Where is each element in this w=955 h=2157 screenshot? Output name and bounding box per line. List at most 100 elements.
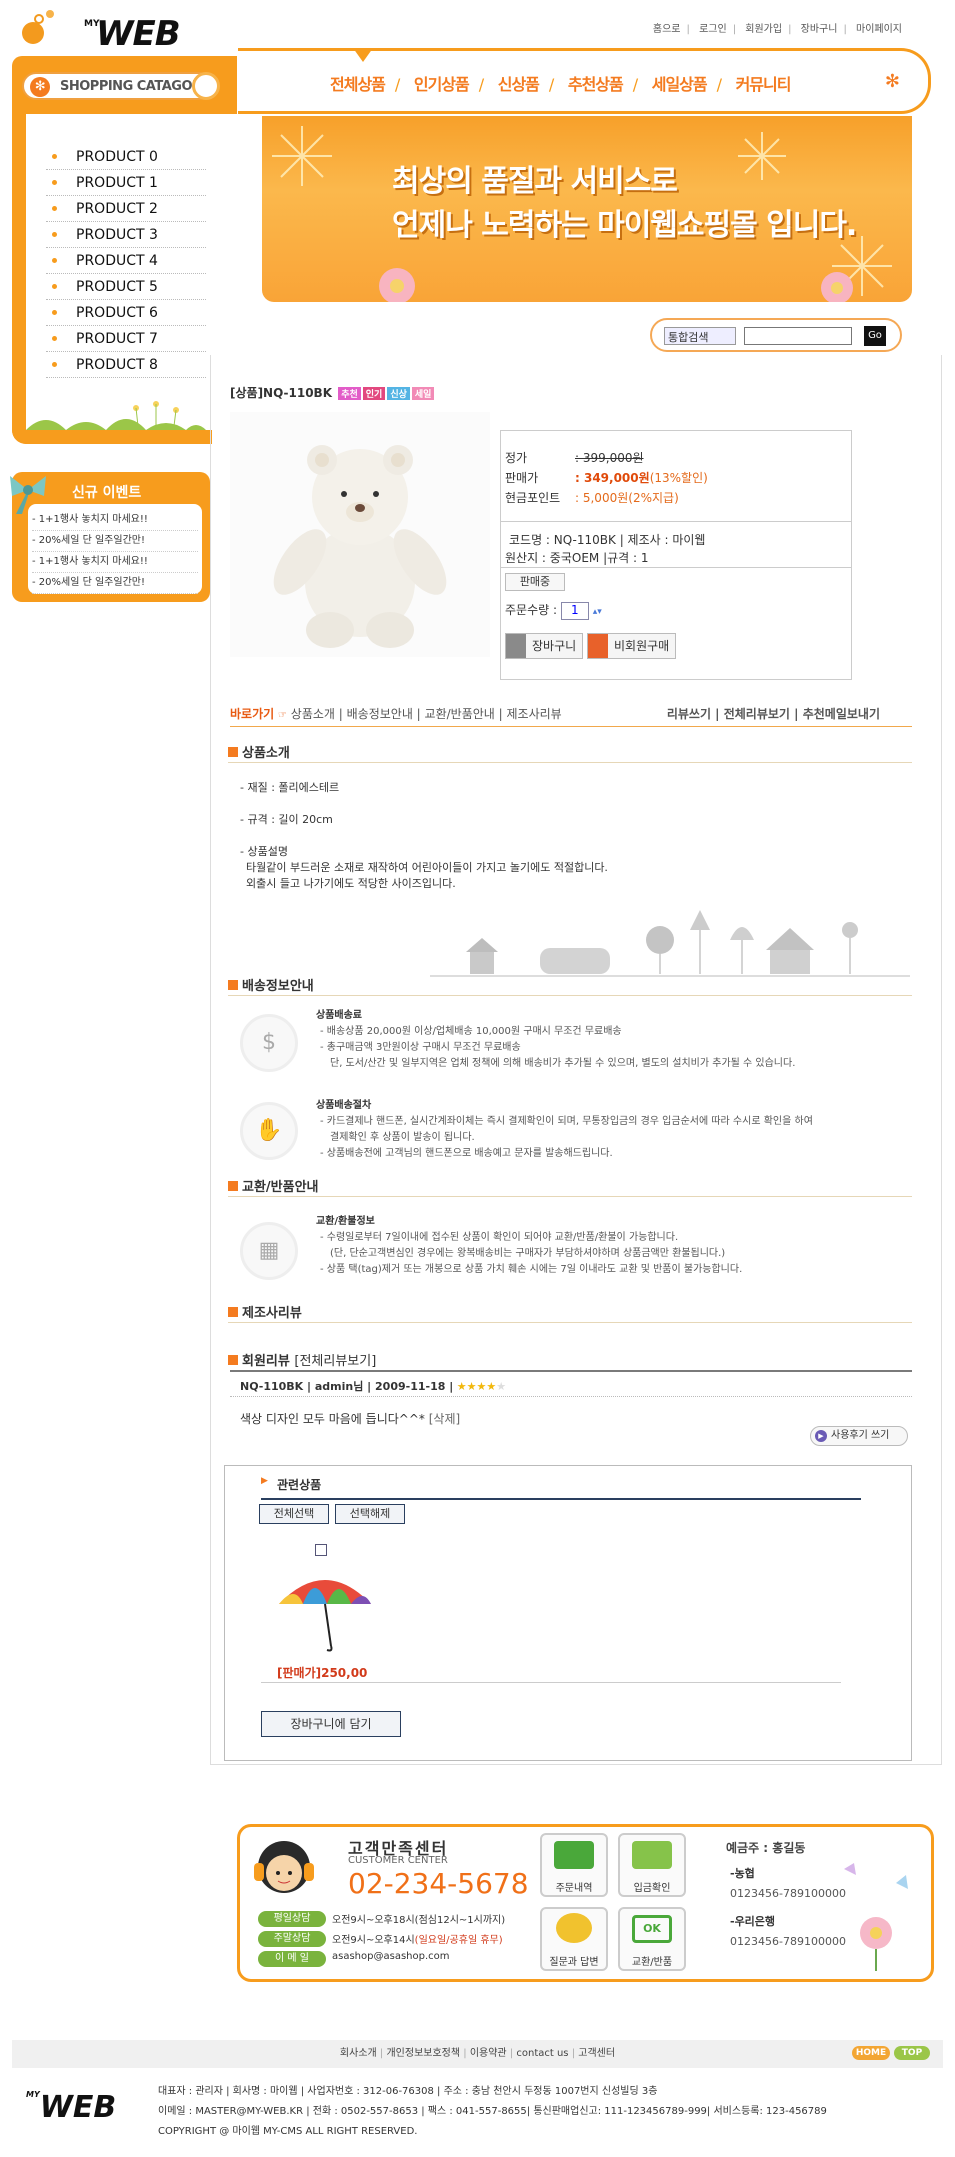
menu-community[interactable]: 커뮤니티	[736, 75, 792, 94]
cash-point: : 5,000원	[575, 491, 629, 505]
arrow-icon: ☞	[278, 710, 287, 721]
search-go-button[interactable]: Go	[864, 326, 886, 346]
shipping-proc-title: 상품배송절차	[316, 1100, 372, 1111]
deselect-button[interactable]: 선택해제	[335, 1504, 405, 1524]
won-icon	[632, 1841, 672, 1869]
ribbon-icon	[10, 476, 46, 514]
menu-recommend[interactable]: 추천상품	[568, 75, 624, 94]
shipping-proc1: - 카드결제나 핸드폰, 실시간계좌이체는 즉시 결제확인이 되며, 무통장입금…	[320, 1116, 813, 1127]
intro-desc1: 타월같이 부드러운 소재로 재작하여 어린아이들이 가지고 놀기에도 적절합니다…	[246, 861, 608, 874]
menu-all-products[interactable]: 전체상품	[330, 75, 386, 94]
menu-sale[interactable]: 세일상품	[652, 75, 708, 94]
bank1-account: 0123456-789100000	[730, 1887, 846, 1900]
write-review-button[interactable]: ▶ 사용후기 쓰기	[810, 1426, 908, 1446]
event-item[interactable]: - 1+1행사 놓치지 마세요!!	[32, 552, 198, 573]
event-item[interactable]: - 1+1행사 놓치지 마세요!!	[32, 510, 198, 531]
quick-nav-label: 바로가기	[230, 707, 275, 721]
product-title: [상품]NQ-110BK 추천 인기 신상 세일	[230, 384, 435, 401]
weekday-label: 평일상담	[258, 1911, 326, 1927]
top-link-cart[interactable]: 장바구니	[801, 24, 838, 35]
review-meta: NQ-110BK | admin님 | 2009-11-18 |	[240, 1380, 454, 1393]
intro-size: - 규격 : 길이 20cm	[240, 813, 333, 826]
product-image-teddy-bear[interactable]	[230, 412, 490, 657]
add-to-cart-button[interactable]: 장바구니	[505, 633, 584, 659]
banner-line2: 언제나 노력하는 마이웹쇼핑몰 입니다.	[392, 208, 857, 243]
star-filled-icon: ★	[486, 1380, 497, 1393]
status-badge: 판매중	[505, 573, 565, 591]
top-link-mypage[interactable]: 마이페이지	[856, 24, 902, 35]
search-scope-select[interactable]: 통합검색	[664, 327, 736, 345]
footer-link-privacy[interactable]: 개인정보보호정책	[386, 2048, 460, 2059]
footer-link-terms[interactable]: 이용약관	[470, 2048, 507, 2059]
product-origin-line: 원산지 : 중국OEM |규격 : 1	[505, 551, 649, 565]
menu-pointer-icon	[353, 48, 373, 62]
menu-new[interactable]: 신상품	[498, 75, 540, 94]
section-member-review-heading: 회원리뷰 [전체리뷰보기]	[228, 1350, 376, 1369]
related-checkbox[interactable]	[315, 1544, 327, 1556]
quantity-stepper-icon[interactable]: ▴▾	[593, 607, 602, 617]
top-link-join[interactable]: 회원가입	[745, 24, 782, 35]
footer-link-cs[interactable]: 고객센터	[578, 2048, 615, 2059]
search-box: 통합검색 Go	[650, 318, 902, 352]
menu-popular[interactable]: 인기상품	[414, 75, 470, 94]
category-item[interactable]: PRODUCT 0	[46, 144, 206, 170]
star-filled-icon: ★	[466, 1380, 477, 1393]
shipping-fee1: - 배송상품 20,000원 이상/업체배송 10,000원 구매시 무조건 무…	[320, 1026, 622, 1037]
main-banner[interactable]: 최상의 품질과 서비스로 언제나 노력하는 마이웹쇼핑몰 입니다.	[262, 116, 912, 302]
card-icon	[588, 634, 608, 658]
top-link-home[interactable]: 홈으로	[653, 24, 681, 35]
star-filled-icon: ★	[476, 1380, 487, 1393]
all-reviews-link[interactable]: [전체리뷰보기]	[294, 1354, 376, 1369]
category-item[interactable]: PRODUCT 7	[46, 326, 206, 352]
lock-icon	[506, 634, 526, 658]
related-products: 관련상품 전체선택 선택해제 [판매가]250,00 장바구니에 담기	[224, 1465, 912, 1761]
quick-nav-right[interactable]: 리뷰쓰기 | 전체리뷰보기 | 추천메일보내기	[667, 705, 880, 722]
event-item[interactable]: - 20%세일 단 일주일간만!	[32, 573, 198, 594]
intro-material: - 재질 : 폴리에스테르	[240, 781, 340, 794]
category-item[interactable]: PRODUCT 2	[46, 196, 206, 222]
umbrella-image[interactable]	[275, 1564, 375, 1654]
footer-link-about[interactable]: 회사소개	[340, 2048, 377, 2059]
top-link-login[interactable]: 로그인	[699, 24, 727, 35]
category-item[interactable]: PRODUCT 4	[46, 248, 206, 274]
category-item[interactable]: PRODUCT 3	[46, 222, 206, 248]
add-to-cart-related-button[interactable]: 장바구니에 담기	[261, 1711, 401, 1737]
site-logo[interactable]: MY WEB	[22, 10, 192, 58]
price-label: 정가	[505, 451, 528, 465]
cs-email: asashop@asashop.com	[332, 1951, 450, 1962]
exchange-title: 교환/환불정보	[316, 1216, 375, 1227]
main-menu: 전체상품 / 인기상품 / 신상품 / 추천상품 / 세일상품 / 커뮤니티 ✻	[238, 48, 931, 114]
guest-buy-button[interactable]: 비회원구매	[587, 633, 677, 659]
quick-nav-left[interactable]: 상품소개 | 배송정보안내 | 교환/반품안내 | 제조사리뷰	[291, 707, 562, 721]
category-item[interactable]: PRODUCT 6	[46, 300, 206, 326]
event-title: 신규 이벤트	[72, 485, 142, 501]
section-maker-review-heading: 제조사리뷰	[228, 1302, 302, 1321]
quick-nav: 바로가기 ☞ 상품소개 | 배송정보안내 | 교환/반품안내 | 제조사리뷰 리…	[230, 705, 912, 727]
category-sidebar: PRODUCT 0 PRODUCT 1 PRODUCT 2 PRODUCT 3 …	[12, 114, 212, 444]
flower-icon: ✻	[884, 71, 900, 92]
search-input[interactable]	[744, 327, 852, 345]
home-button[interactable]: HOME	[852, 2046, 890, 2060]
event-item[interactable]: - 20%세일 단 일주일간만!	[32, 531, 198, 552]
badge-sale: 세일	[411, 387, 435, 400]
bank2-account: 0123456-789100000	[730, 1935, 846, 1948]
category-item[interactable]: PRODUCT 1	[46, 170, 206, 196]
footer-link-contact[interactable]: contact us	[516, 2048, 568, 2059]
point-label: 현금포인트	[505, 491, 561, 505]
top-button[interactable]: TOP	[894, 2046, 930, 2060]
review-delete-link[interactable]: [삭제]	[429, 1412, 460, 1426]
category-item[interactable]: PRODUCT 8	[46, 352, 206, 378]
money-bag-icon: $	[240, 1014, 298, 1072]
badge-popular: 인기	[362, 387, 386, 400]
quantity-input[interactable]: 1	[560, 602, 589, 620]
category-item[interactable]: PRODUCT 5	[46, 274, 206, 300]
logo-dot-icon	[46, 10, 54, 18]
shipping-proc3: - 상품배송전에 고객님의 핸드폰으로 배송예고 문자를 발송해드립니다.	[320, 1148, 613, 1159]
footer-info: 대표자 : 관리자 | 회사명 : 마이웹 | 사업자번호 : 312-06-7…	[158, 2082, 827, 2142]
grass-decoration	[26, 401, 206, 430]
shipping-fee3: 단, 도서/산간 및 일부지역은 업체 정책에 의해 배송비가 추가될 수 있으…	[330, 1058, 796, 1069]
footer-line1: 대표자 : 관리자 | 회사명 : 마이웹 | 사업자번호 : 312-06-7…	[158, 2086, 658, 2097]
bank1-name: -농협	[730, 1867, 755, 1880]
intro-desc-label: - 상품설명	[240, 845, 288, 858]
select-all-button[interactable]: 전체선택	[259, 1504, 329, 1524]
